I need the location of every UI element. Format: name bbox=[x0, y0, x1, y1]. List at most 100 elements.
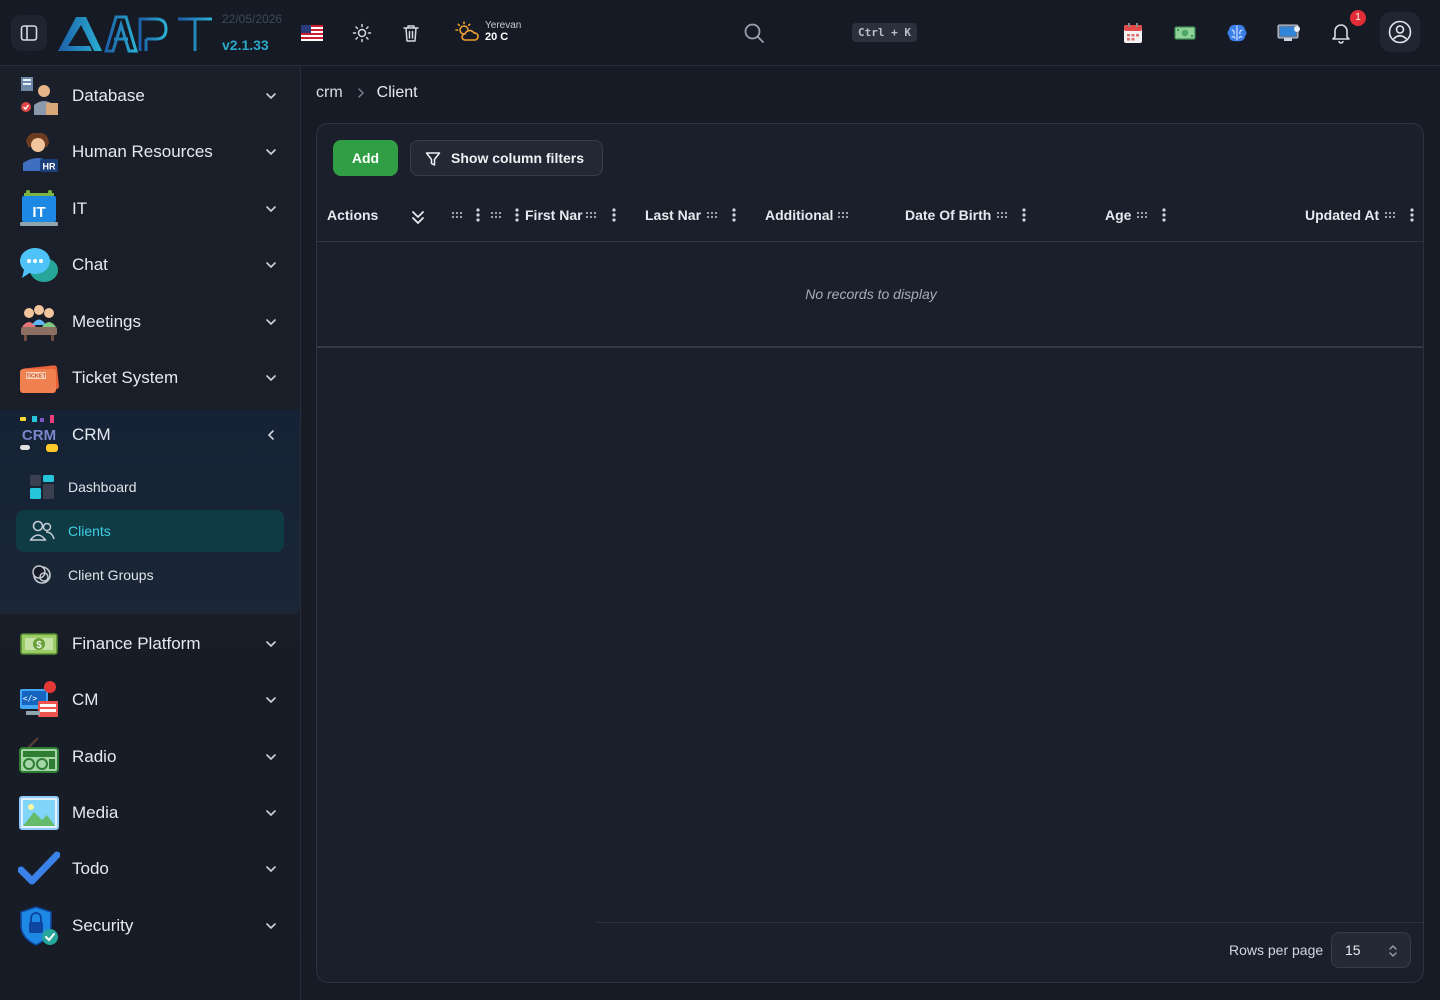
sidebar-item-security[interactable]: Security bbox=[0, 898, 300, 954]
drag-handle-icon[interactable] bbox=[996, 210, 1008, 220]
it-icon: IT bbox=[18, 188, 60, 230]
sun-icon bbox=[352, 23, 372, 43]
sidebar-item-it[interactable]: IT IT bbox=[0, 181, 300, 237]
sidebar-item-label: Human Resources bbox=[72, 142, 213, 161]
table-header: Actions First Nar Last Nar Additional Da… bbox=[317, 188, 1423, 242]
drag-handle-icon[interactable] bbox=[837, 210, 849, 220]
sidebar-item-chat[interactable]: Chat bbox=[0, 237, 300, 293]
dashboard-icon bbox=[28, 473, 56, 501]
column-menu-icon[interactable] bbox=[475, 207, 481, 223]
app-version: v2.1.33 bbox=[222, 37, 269, 53]
sidebar-item-label: Finance Platform bbox=[72, 634, 201, 653]
chevron-down-icon bbox=[266, 375, 276, 382]
empty-state-text: No records to display bbox=[805, 286, 937, 302]
calendar-button[interactable] bbox=[1115, 15, 1151, 51]
clear-cache-button[interactable] bbox=[393, 15, 429, 51]
ai-button[interactable] bbox=[1219, 15, 1255, 51]
column-menu-icon[interactable] bbox=[731, 207, 737, 223]
sidebar-toggle-button[interactable] bbox=[11, 15, 47, 51]
search-icon bbox=[744, 23, 764, 43]
drag-handle-icon[interactable] bbox=[451, 210, 463, 220]
sidebar-item-media[interactable]: Media bbox=[0, 785, 300, 841]
weather-widget[interactable]: Yerevan 20 C bbox=[455, 20, 521, 43]
sidebar-item-human-resources[interactable]: HR Human Resources bbox=[0, 124, 300, 180]
database-icon bbox=[18, 75, 60, 117]
show-column-filters-label: Show column filters bbox=[451, 150, 585, 166]
weather-temp: 20 C bbox=[485, 31, 509, 43]
add-button[interactable]: Add bbox=[333, 140, 398, 176]
svg-text:</>: </> bbox=[23, 694, 38, 703]
column-header-date-of-birth[interactable]: Date Of Birth bbox=[905, 188, 991, 242]
theme-toggle-button[interactable] bbox=[344, 15, 380, 51]
sidebar-item-todo[interactable]: Todo bbox=[0, 841, 300, 897]
svg-text:HR: HR bbox=[43, 162, 56, 172]
chevron-down-icon bbox=[266, 697, 276, 704]
column-menu-icon[interactable] bbox=[611, 207, 617, 223]
chevron-down-icon bbox=[266, 810, 276, 817]
search-shortcut-hint: Ctrl + K bbox=[852, 23, 917, 42]
column-header-updated-at[interactable]: Updated At bbox=[1305, 188, 1379, 242]
sidebar-item-label: CM bbox=[72, 690, 99, 709]
hr-icon: HR bbox=[18, 131, 60, 173]
column-menu-icon[interactable] bbox=[1161, 207, 1167, 223]
sidebar-subitem-dashboard[interactable]: Dashboard bbox=[16, 466, 284, 508]
sidebar-item-label: Chat bbox=[72, 255, 108, 274]
todo-icon bbox=[18, 848, 60, 890]
column-header-age[interactable]: Age bbox=[1105, 188, 1131, 242]
finance-icon: $ bbox=[18, 623, 60, 665]
chevron-right-icon bbox=[357, 88, 364, 98]
show-column-filters-button[interactable]: Show column filters bbox=[410, 140, 604, 176]
cm-icon: </> bbox=[18, 679, 60, 721]
column-header-additional[interactable]: Additional bbox=[765, 188, 833, 242]
expand-all-icon[interactable] bbox=[411, 209, 425, 225]
sidebar-item-meetings[interactable]: Meetings bbox=[0, 294, 300, 350]
svg-text:$: $ bbox=[36, 640, 42, 651]
sidebar-item-crm[interactable]: CRM CRM bbox=[0, 407, 300, 463]
monitor-button[interactable] bbox=[1271, 15, 1307, 51]
column-header-last-name[interactable]: Last Nar bbox=[645, 188, 703, 242]
filter-icon bbox=[425, 152, 441, 166]
finance-button[interactable] bbox=[1167, 15, 1203, 51]
chevron-down-icon bbox=[266, 754, 276, 761]
sidebar-item-label: Ticket System bbox=[72, 368, 179, 387]
clients-table-card: Add Show column filters Actions First Na… bbox=[316, 123, 1424, 983]
drag-handle-icon[interactable] bbox=[585, 210, 597, 220]
chevron-down-icon bbox=[266, 149, 276, 156]
crm-icon: CRM bbox=[18, 414, 60, 456]
meetings-icon bbox=[18, 301, 60, 343]
search-button[interactable] bbox=[738, 17, 770, 49]
language-button[interactable] bbox=[294, 15, 330, 51]
rows-per-page-select[interactable]: 15 bbox=[1331, 932, 1411, 968]
sidebar-item-label: Media bbox=[72, 803, 119, 822]
sidebar-item-database[interactable]: Database bbox=[0, 68, 300, 124]
sidebar-item-label: IT bbox=[72, 199, 88, 218]
chevron-down-icon bbox=[266, 206, 276, 213]
sidebar-subitem-clients[interactable]: Clients bbox=[16, 510, 284, 552]
bell-icon bbox=[1332, 24, 1350, 44]
sidebar-item-label: CRM bbox=[72, 425, 111, 444]
sidebar-subitem-client-groups[interactable]: Client Groups bbox=[16, 554, 284, 596]
breadcrumb-root-link[interactable]: crm bbox=[316, 84, 343, 102]
monitor-icon bbox=[1277, 24, 1300, 41]
column-menu-icon[interactable] bbox=[1021, 207, 1027, 223]
column-menu-icon[interactable] bbox=[514, 207, 520, 223]
user-menu-button[interactable] bbox=[1380, 12, 1420, 52]
top-bar: 22/05/2026 v2.1.33 Yerevan 20 C Ctrl + K bbox=[0, 0, 1440, 66]
column-header-first-name[interactable]: First Nar bbox=[525, 188, 583, 242]
rows-per-page-label: Rows per page bbox=[1229, 942, 1324, 958]
drag-handle-icon[interactable] bbox=[490, 210, 502, 220]
sidebar-item-label: Security bbox=[72, 916, 134, 935]
drag-handle-icon[interactable] bbox=[1384, 210, 1396, 220]
sidebar: Database HR Human Resources IT IT Chat M… bbox=[0, 66, 301, 1000]
drag-handle-icon[interactable] bbox=[1136, 210, 1148, 220]
sidebar-item-ticket-system[interactable]: TICKET Ticket System bbox=[0, 350, 300, 406]
column-menu-icon[interactable] bbox=[1409, 207, 1415, 223]
weather-icon bbox=[455, 20, 479, 41]
brain-icon bbox=[1227, 24, 1247, 42]
sidebar-item-finance-platform[interactable]: $ Finance Platform bbox=[0, 616, 300, 672]
column-header-actions[interactable]: Actions bbox=[327, 188, 378, 242]
sidebar-item-cm[interactable]: </> CM bbox=[0, 672, 300, 728]
chevron-down-icon bbox=[266, 93, 276, 100]
drag-handle-icon[interactable] bbox=[706, 210, 718, 220]
sidebar-item-radio[interactable]: Radio bbox=[0, 729, 300, 785]
